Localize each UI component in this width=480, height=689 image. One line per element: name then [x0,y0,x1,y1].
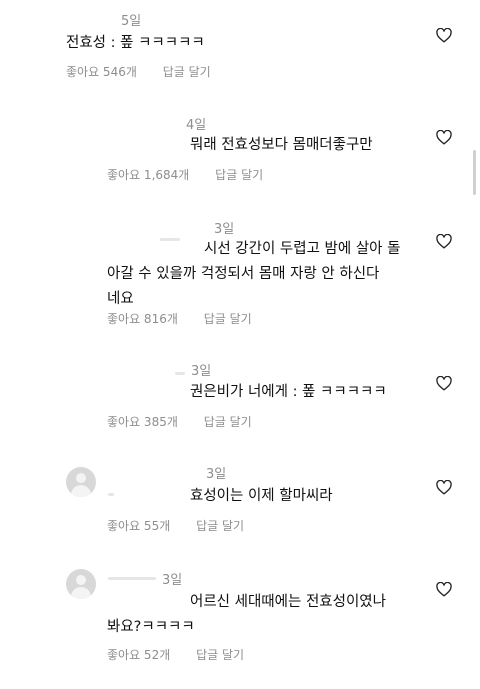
comment-text-line: 봐요?ㅋㅋㅋㅋ [107,619,195,635]
comment-text: 전효성 : 퐆 ㅋㅋㅋㅋㅋ [66,35,205,51]
like-count[interactable]: 좋아요 55개 [107,517,170,534]
comment-meta: 좋아요 385개 답글 달기 [107,413,252,430]
like-count[interactable]: 좋아요 816개 [107,310,178,327]
comment-text: 시선 강간이 두렵고 밤에 살아 돌 아갈 수 있을까 걱정되서 몸매 자랑 안… [107,237,437,312]
like-count[interactable]: 좋아요 385개 [107,413,178,430]
reply-button[interactable]: 답글 달기 [196,646,244,663]
redacted-username [108,493,114,496]
reply-button[interactable]: 답글 달기 [204,413,252,430]
comment-time: 3일 [191,364,212,379]
comment-text: 권은비가 너에게 : 퐆 ㅋㅋㅋㅋㅋ [190,384,387,400]
like-count[interactable]: 좋아요 546개 [66,63,137,80]
heart-outline-icon[interactable] [436,480,452,495]
comment-time: 4일 [186,118,207,133]
like-count[interactable]: 좋아요 52개 [107,646,170,663]
comment-text: 효성이는 이제 할마씨라 [190,488,333,504]
comment-time: 5일 [121,14,142,29]
comment-meta: 좋아요 1,684개 답글 달기 [107,166,263,183]
default-avatar-icon[interactable] [66,569,96,599]
heart-outline-icon[interactable] [436,376,452,391]
comment-time: 3일 [162,573,183,588]
default-avatar-icon[interactable] [66,467,96,497]
like-count[interactable]: 좋아요 1,684개 [107,166,189,183]
comment-text-line: 어르신 세대때에는 전효성이였나 [190,594,386,610]
reply-button[interactable]: 답글 달기 [196,517,244,534]
comment-meta: 좋아요 52개 답글 달기 [107,646,244,663]
comment-text-line: 아갈 수 있을까 걱정되서 몸매 자랑 안 하신다 [107,266,380,282]
comment-time: 3일 [214,222,235,237]
heart-outline-icon[interactable] [436,234,452,249]
redacted-username [175,372,185,375]
heart-outline-icon[interactable] [436,28,452,43]
comment-text: 어르신 세대때에는 전효성이였나 봐요?ㅋㅋㅋㅋ [107,590,470,640]
heart-outline-icon[interactable] [436,130,452,145]
comment-meta: 좋아요 55개 답글 달기 [107,517,244,534]
redacted-username [108,577,156,580]
comment-meta: 좋아요 816개 답글 달기 [107,310,252,327]
reply-button[interactable]: 답글 달기 [204,310,252,327]
comment-text-line: 네요 [107,291,134,307]
reply-button[interactable]: 답글 달기 [215,166,263,183]
comment-time: 3일 [206,467,227,482]
heart-outline-icon[interactable] [436,582,452,597]
comment-meta: 좋아요 546개 답글 달기 [66,63,211,80]
scrollbar[interactable] [473,150,476,195]
reply-button[interactable]: 답글 달기 [163,63,211,80]
comment-text-line: 시선 강간이 두렵고 밤에 살아 돌 [204,241,401,257]
comment-text: 뭐래 전효성보다 몸매더좋구만 [190,137,373,153]
